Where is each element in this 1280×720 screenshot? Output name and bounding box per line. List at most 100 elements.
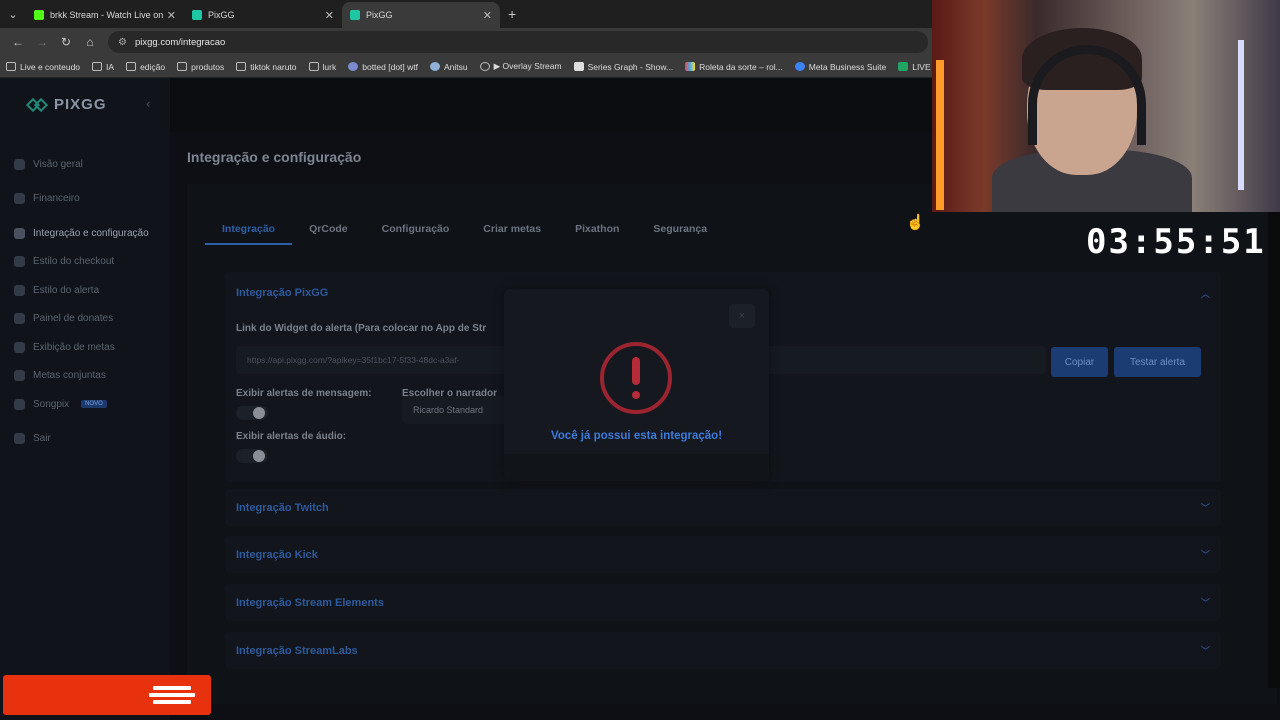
sidebar-item-label: Songpix [33,398,70,410]
sidebar-item-painel-donates[interactable]: Painel de donates [14,305,164,334]
bookmark-series-graph[interactable]: Series Graph - Show... [573,61,674,72]
site-info-icon[interactable]: ⚙ [118,37,127,48]
browser-tab-2[interactable]: PixGG ✕ [184,2,342,28]
bookmark-meta[interactable]: Meta Business Suite [794,61,887,72]
bookmark-label: ▶ Overlay Stream [493,61,562,71]
modal-close-button[interactable]: × [729,304,755,328]
audio-alerts-toggle[interactable] [236,449,268,463]
close-tab-icon[interactable]: ✕ [325,9,334,22]
section-title: Integração PixGG [236,287,329,299]
sidebar-item-metas-conjuntas[interactable]: Metas conjuntas [14,362,164,391]
stream-elements-integration-card[interactable]: Integração Stream Elements ﹀ [225,584,1221,621]
browser-toolbar: ← → ↻ ⌂ ⚙ pixgg.com/integracao [0,28,932,56]
bookmark-label: botted [dot] wtf [362,61,418,72]
section-title: Integração Twitch [236,501,329,514]
back-icon[interactable]: ← [6,35,30,49]
close-tab-icon[interactable]: ✕ [167,9,176,22]
tab-configuracao[interactable]: Configuração [365,213,467,245]
bookmark-live-google[interactable]: LIVE - Goog [898,62,932,72]
sidebar-item-integracao[interactable]: Integração e configuração [14,219,164,248]
tab-title: brkk Stream - Watch Live on Ki [50,10,163,20]
bookmark-lurk[interactable]: lurk [308,62,336,72]
sidebar-item-label: Sair [33,433,51,445]
bookmark-label: Series Graph - Show... [587,61,674,72]
collapse-sidebar-icon[interactable]: ‹ [146,96,150,111]
bookmark-label: Meta Business Suite [808,61,887,72]
tab-pixathon[interactable]: Pixathon [558,213,636,245]
sidebar-item-songpix[interactable]: Songpix NOVO [14,390,164,419]
settings-icon [14,227,25,239]
kick-integration-header[interactable]: Integração Kick ﹀ [225,536,1221,573]
sidebar-item-sair[interactable]: Sair [14,425,164,454]
site-icon [573,62,584,71]
bookmark-edicao[interactable]: edição [126,62,165,72]
message-alerts-toggle[interactable] [236,406,268,420]
chevron-up-icon: ︿ [1200,288,1210,299]
kick-integration-card[interactable]: Integração Kick ﹀ [225,536,1221,573]
twitch-integration-card[interactable]: Integração Twitch ﹀ [225,489,1221,526]
sidebar-item-exibicao-metas[interactable]: Exibição de metas [14,333,164,362]
browser-tab-1[interactable]: brkk Stream - Watch Live on Ki ✕ [26,2,184,28]
sidebar-item-estilo-checkout[interactable]: Estilo do checkout [14,248,164,277]
bookmark-overlay-stream[interactable]: ▶ Overlay Stream [479,61,562,72]
bookmark-live-e-conteudo[interactable]: Live e conteudo [6,62,80,72]
copy-button[interactable]: Copiar [1051,347,1108,377]
sheets-icon [898,62,909,71]
modal-message: Você já possui esta integração! [550,430,723,442]
page-scrollbar[interactable] [1268,212,1280,688]
folder-icon [6,62,16,71]
logout-icon [14,433,25,445]
tab-search-icon[interactable]: ⌄ [0,8,26,21]
folder-icon [126,62,137,71]
browser-tab-3[interactable]: PixGG ✕ [342,2,500,28]
address-text: pixgg.com/integracao [134,36,226,48]
bookmark-label: Roleta da sorte – rol... [699,61,783,72]
tab-criar-metas[interactable]: Criar metas [466,213,558,245]
chevron-down-icon: ﹀ [1200,503,1210,513]
star-icon [14,341,25,353]
tab-seguranca[interactable]: Segurança [636,213,724,245]
twitch-integration-header[interactable]: Integração Twitch ﹀ [225,489,1221,526]
panel-icon [14,313,25,325]
sidebar-item-visao-geral[interactable]: Visão geral [14,150,164,179]
sidebar-item-label: Integração e configuração [33,227,149,239]
tab-integracao[interactable]: Integração [205,213,293,245]
message-alerts-label: Exibir alertas de mensagem: [236,388,372,399]
bookmark-botted[interactable]: botted [dot] wtf [348,62,418,72]
pixgg-logo[interactable]: PIXGG [25,96,107,113]
wallet-icon [14,193,25,205]
sidebar-item-estilo-alerta[interactable]: Estilo do alerta [14,276,164,305]
sidebar-item-financeiro[interactable]: Financeiro [14,185,164,214]
address-bar[interactable]: ⚙ pixgg.com/integracao [108,31,928,53]
streamlabs-integration-card[interactable]: Integração StreamLabs ﹀ [225,632,1221,669]
tab-title: PixGG [208,10,235,20]
bookmark-roleta[interactable]: Roleta da sorte – rol... [685,62,783,72]
sidebar-item-label: Painel de donates [33,313,114,325]
test-alert-button[interactable]: Testar alerta [1114,347,1201,377]
new-tab-icon[interactable]: + [508,6,516,22]
tab-qrcode[interactable]: QrCode [292,213,365,245]
chevron-down-icon: ﹀ [1200,550,1210,560]
pixgg-favicon-icon [350,10,360,20]
mouse-cursor-icon: ☝ [906,214,925,231]
stream-elements-integration-header[interactable]: Integração Stream Elements ﹀ [225,584,1221,621]
tab-bar: Integração QrCode Configuração Criar met… [205,213,724,245]
home-icon[interactable]: ⌂ [78,35,102,49]
forward-icon[interactable]: → [30,35,54,49]
tab-title: PixGG [366,10,393,20]
narrator-select[interactable]: Ricardo Standard [402,396,512,424]
bookmark-produtos[interactable]: produtos [177,62,224,72]
close-tab-icon[interactable]: ✕ [483,9,492,22]
streamlabs-integration-header[interactable]: Integração StreamLabs ﹀ [225,632,1221,669]
widget-link-label: Link do Widget do alerta (Para colocar n… [236,323,487,334]
reload-icon[interactable]: ↻ [54,35,78,49]
brand-logo-icon [149,686,195,704]
bookmark-anitsu[interactable]: Anitsu [430,62,468,72]
bookmark-ia[interactable]: IA [92,62,114,72]
bookmark-label: IA [106,61,115,72]
sidebar: PIXGG ‹ Visão geral Financeiro Integraçã… [0,78,170,720]
group-icon [14,370,25,382]
section-title: Integração Stream Elements [236,596,384,609]
new-badge: NOVO [81,400,107,409]
bookmark-tiktok-naruto[interactable]: tiktok naruto [236,62,297,72]
